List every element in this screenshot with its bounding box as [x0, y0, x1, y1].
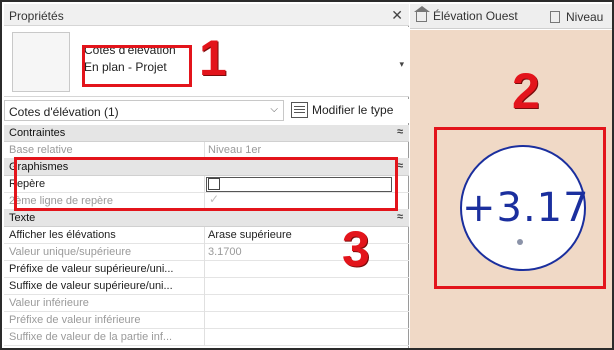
- category-title: Texte: [9, 212, 36, 224]
- edit-type-icon: [291, 102, 308, 118]
- home-icon: [414, 6, 430, 22]
- column-separator: [204, 261, 205, 278]
- property-row: Préfixe de valeur inférieure: [4, 312, 409, 329]
- tab-label: Élévation Ouest: [433, 9, 518, 23]
- instance-filter-dropdown[interactable]: Cotes d'élévation (1) ⌵: [4, 100, 284, 121]
- annotation-number-1: 1: [199, 30, 227, 86]
- tab-label: Niveau: [566, 10, 604, 24]
- property-name: Afficher les élévations: [9, 229, 116, 241]
- column-separator: [204, 312, 205, 329]
- property-value[interactable]: Arase supérieure: [208, 229, 292, 241]
- property-name: Base relative: [9, 144, 73, 156]
- edit-type-label: Modifier le type: [312, 103, 394, 117]
- annotation-number-3: 3: [342, 221, 370, 277]
- property-name: Suffixe de valeur supérieure/uni...: [9, 280, 173, 292]
- tab-niveau[interactable]: Niveau: [550, 9, 603, 24]
- column-separator: [204, 329, 205, 346]
- annotation-box-type: [82, 45, 192, 87]
- column-separator: [204, 295, 205, 312]
- category-contraintes[interactable]: Contraintes ≈: [4, 125, 409, 142]
- property-name: Préfixe de valeur inférieure: [9, 314, 141, 326]
- view-icon: [550, 11, 560, 23]
- property-name: Valeur inférieure: [9, 297, 89, 309]
- screenshot-frame: Propriétés ✕ Cotes d'élévation En plan -…: [0, 0, 614, 350]
- instance-filter-label: Cotes d'élévation (1): [9, 105, 119, 119]
- tab-elevation-ouest[interactable]: Élévation Ouest: [414, 6, 518, 23]
- chevron-down-icon[interactable]: ▾: [399, 59, 404, 70]
- collapse-icon[interactable]: ≈: [397, 211, 403, 223]
- annotation-number-2: 2: [512, 63, 540, 119]
- property-name: Suffixe de valeur de la partie inf...: [9, 331, 173, 343]
- column-separator: [204, 244, 205, 261]
- property-name: Valeur unique/supérieure: [9, 246, 132, 258]
- column-separator: [204, 227, 205, 244]
- edit-type-button[interactable]: Modifier le type: [291, 100, 405, 121]
- panel-title: Propriétés: [9, 9, 64, 23]
- chevron-down-icon: ⌵: [270, 104, 278, 115]
- property-value: 3.1700: [208, 246, 242, 258]
- panel-titlebar: Propriétés ✕: [4, 4, 409, 26]
- property-row: Valeur inférieure: [4, 295, 409, 312]
- category-title: Contraintes: [9, 127, 66, 139]
- property-value: Niveau 1er: [208, 144, 262, 156]
- annotation-box-graphismes: [14, 157, 398, 211]
- view-tab-bar: Élévation Ouest Niveau: [410, 4, 612, 29]
- instance-selector-row: Cotes d'élévation (1) ⌵ Modifier le type: [4, 99, 409, 123]
- property-row: Suffixe de valeur de la partie inf...: [4, 329, 409, 346]
- collapse-icon[interactable]: ≈: [397, 126, 403, 138]
- annotation-box-tag: [434, 127, 606, 289]
- column-separator: [204, 278, 205, 295]
- type-preview-thumbnail: [12, 32, 70, 92]
- property-name: Préfixe de valeur supérieure/uni...: [9, 263, 174, 275]
- close-icon[interactable]: ✕: [391, 7, 403, 24]
- property-row[interactable]: Suffixe de valeur supérieure/uni...: [4, 278, 409, 295]
